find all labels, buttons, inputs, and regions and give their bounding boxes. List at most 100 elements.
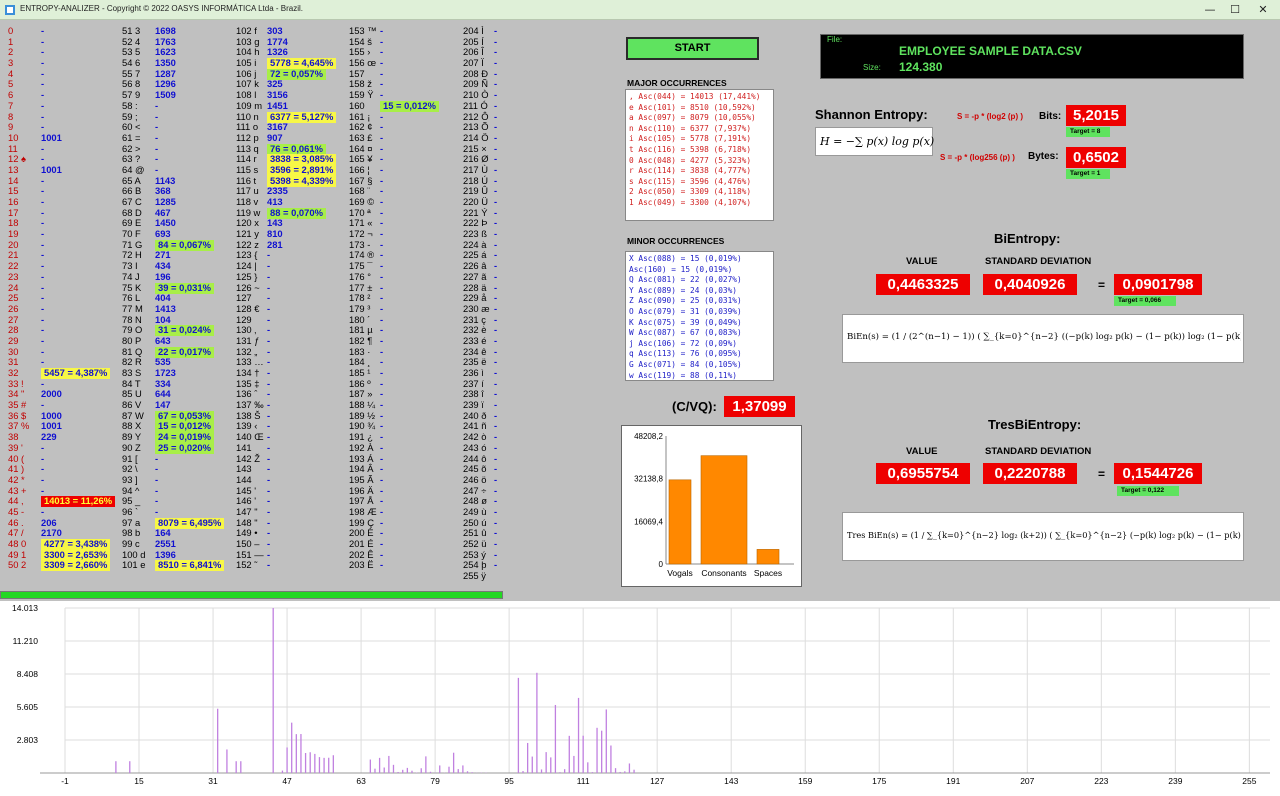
ascii-count: - xyxy=(41,270,45,282)
ascii-code-label: 10 xyxy=(8,131,19,143)
x-tick-label: 127 xyxy=(650,776,664,786)
ascii-code-label: 112 p xyxy=(236,131,259,143)
major-occurrence-item[interactable]: 0 Asc(048) = 4277 (5,323%) xyxy=(629,156,770,167)
tresbientropy-formula: Tres BiEn(s) = (1 / ∑_{k=0}^{n−2} log₂ (… xyxy=(842,512,1244,561)
ascii-count: - xyxy=(380,441,384,453)
minor-occurrence-item[interactable]: q Asc(113) = 76 (0,095%) xyxy=(629,349,770,360)
tresbientropy-std-label: STANDARD DEVIATION xyxy=(985,446,1092,457)
ascii-count: - xyxy=(494,270,498,282)
category-label: Spaces xyxy=(754,568,782,578)
x-tick-label: 15 xyxy=(134,776,144,786)
major-occurrence-item[interactable]: t Asc(116) = 5398 (6,718%) xyxy=(629,145,770,156)
ascii-count: - xyxy=(267,270,271,282)
ascii-code-label: 23 xyxy=(8,270,19,282)
minor-occurrences-list[interactable]: X Asc(088) = 15 (0,019%) Asc(160) = 15 (… xyxy=(625,251,774,381)
minor-occurrence-item[interactable]: Asc(160) = 15 (0,019%) xyxy=(629,265,770,276)
ascii-count: - xyxy=(41,302,45,314)
minor-occurrence-item[interactable]: G Asc(071) = 84 (0,105%) xyxy=(629,360,770,371)
ascii-count: - xyxy=(494,559,498,571)
bientropy-std-label: STANDARD DEVIATION xyxy=(985,256,1092,267)
progress-bar xyxy=(0,591,503,599)
x-tick-label: 63 xyxy=(356,776,366,786)
letter-type-chart: 0 16069,4 32138,8 48208,2 Vogals Consonants Sp… xyxy=(621,425,802,587)
major-occurrence-item[interactable]: i Asc(105) = 5778 (7,191%) xyxy=(629,134,770,145)
x-tick-label: 31 xyxy=(208,776,218,786)
bytes-target: Target = 1 xyxy=(1066,169,1110,179)
ascii-count: - xyxy=(380,270,384,282)
minor-occurrence-item[interactable]: W Asc(087) = 67 (0,083%) xyxy=(629,328,770,339)
major-occurrence-item[interactable]: s Asc(115) = 3596 (4,476%) xyxy=(629,177,770,188)
ascii-count: - xyxy=(41,473,45,485)
minor-occurrence-item[interactable]: w Asc(119) = 88 (0,11%) xyxy=(629,371,770,382)
major-occurrence-item[interactable]: 2 Asc(050) = 3309 (4,118%) xyxy=(629,187,770,198)
ascii-code-label: 61 = xyxy=(122,131,141,143)
ascii-count: - xyxy=(494,302,498,314)
ascii-code-label: 160 xyxy=(349,99,365,111)
histogram-svg: 14.013 11.210 8.408 5.605 2.803 -1 15 31 47 63 79 9… xyxy=(12,603,1270,786)
major-occurrence-item[interactable]: r Asc(114) = 3838 (4,777%) xyxy=(629,166,770,177)
ascii-code-label: 128 € xyxy=(236,302,260,314)
major-occurrence-item[interactable]: e Asc(101) = 8510 (10,592%) xyxy=(629,103,770,114)
ascii-count: 1451 xyxy=(267,99,288,111)
ascii-code-label: 255 ÿ xyxy=(463,570,486,582)
cvq-value: 1,37099 xyxy=(724,396,795,417)
major-occurrences-label: MAJOR OCCURRENCES xyxy=(627,78,727,88)
file-panel: File: EMPLOYEE SAMPLE DATA.CSV Size: 124… xyxy=(820,34,1244,79)
minor-occurrence-item[interactable]: O Asc(079) = 31 (0,039%) xyxy=(629,307,770,318)
category-label: Vogals xyxy=(667,568,693,578)
tresbientropy-result: 0,1544726 xyxy=(1114,463,1202,484)
ascii-code-label: 58 : xyxy=(122,99,138,111)
ascii-count: 3309 = 2,660% xyxy=(41,560,111,572)
bits-target: Target = 8 xyxy=(1066,127,1110,137)
ascii-code-label: 195 Ã xyxy=(349,473,374,485)
major-occurrence-item[interactable]: a Asc(097) = 8079 (10,055%) xyxy=(629,113,770,124)
ascii-count: 8510 = 6,841% xyxy=(155,560,225,572)
y-tick-label: 0 xyxy=(659,560,664,569)
ascii-count: 907 xyxy=(267,131,283,143)
ascii-count: - xyxy=(380,473,384,485)
close-button[interactable]: ✕ xyxy=(1252,2,1274,18)
ascii-code-label: 179 ³ xyxy=(349,302,371,314)
ascii-count: - xyxy=(267,473,271,485)
maximize-button[interactable]: ☐ xyxy=(1224,2,1246,18)
ascii-code-label: 39 ' xyxy=(8,441,23,453)
y-tick-label: 48208,2 xyxy=(634,432,663,441)
ascii-code-label: 214 Ö xyxy=(463,131,489,143)
minimize-button[interactable]: — xyxy=(1199,2,1221,18)
ascii-code-label: 163 £ xyxy=(349,131,373,143)
ascii-count: - xyxy=(380,302,384,314)
bits-label: Bits: xyxy=(1039,111,1062,122)
ascii-code-label: 77 M xyxy=(122,302,143,314)
start-button[interactable]: START xyxy=(626,37,759,60)
minor-occurrence-item[interactable]: X Asc(088) = 15 (0,019%) xyxy=(629,254,770,265)
ascii-code-label: 227 ã xyxy=(463,270,487,282)
major-occurrences-list[interactable]: , Asc(044) = 14013 (17,441%) e Asc(101) =… xyxy=(625,89,774,221)
tresbientropy-equals: = xyxy=(1098,467,1106,481)
ascii-count: - xyxy=(494,473,498,485)
minor-occurrence-item[interactable]: Q Asc(081) = 22 (0,027%) xyxy=(629,275,770,286)
bientropy-value-label: VALUE xyxy=(906,256,938,267)
bientropy-formula-text: BiEn(s) = (1 / (2^(n−1) − 1)) ( ∑_{k=0}^… xyxy=(847,332,1241,342)
major-occurrence-item[interactable]: , Asc(044) = 14013 (17,441%) xyxy=(629,92,770,103)
y-tick-label: 11.210 xyxy=(13,636,39,646)
x-tick-label: -1 xyxy=(61,776,69,786)
minor-occurrence-item[interactable]: K Asc(075) = 39 (0,049%) xyxy=(629,318,770,329)
file-name: EMPLOYEE SAMPLE DATA.CSV xyxy=(899,44,1082,58)
x-tick-label: 79 xyxy=(430,776,440,786)
minor-occurrence-item[interactable]: Y Asc(089) = 24 (0,03%) xyxy=(629,286,770,297)
bytes-equation: S = -p * (log256 (p) ) xyxy=(940,153,1015,162)
minor-occurrence-item[interactable]: j Asc(106) = 72 (0,09%) xyxy=(629,339,770,350)
letter-type-chart-svg: 0 16069,4 32138,8 48208,2 Vogals Consonants Sp… xyxy=(634,432,794,578)
category-label: Consonants xyxy=(701,568,746,578)
x-tick-label: 207 xyxy=(1020,776,1034,786)
x-tick-label: 47 xyxy=(282,776,292,786)
y-tick-label: 5.605 xyxy=(17,702,39,712)
ascii-code-label: 152 ˜ xyxy=(236,559,258,571)
y-tick-label: 14.013 xyxy=(12,603,38,613)
major-occurrence-item[interactable]: n Asc(110) = 6377 (7,937%) xyxy=(629,124,770,135)
major-occurrence-item[interactable]: 1 Asc(049) = 3300 (4,107%) xyxy=(629,198,770,209)
ascii-count: - xyxy=(494,99,498,111)
file-legend: File: xyxy=(827,35,843,44)
x-tick-label: 159 xyxy=(798,776,812,786)
minor-occurrence-item[interactable]: Z Asc(090) = 25 (0,031%) xyxy=(629,296,770,307)
